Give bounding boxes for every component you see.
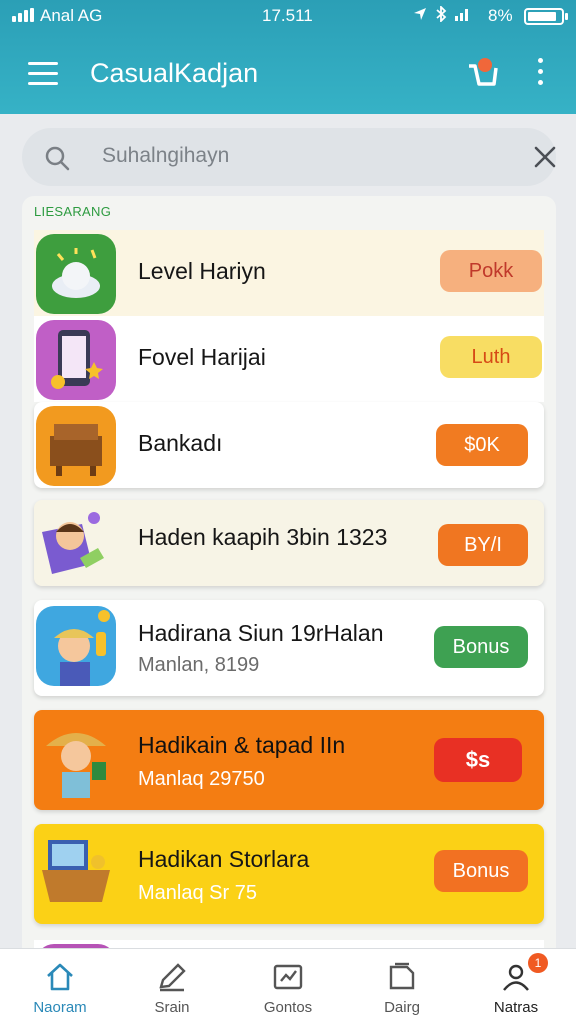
- bluetooth-icon: [436, 4, 447, 24]
- location-icon: [414, 8, 426, 20]
- close-icon[interactable]: [532, 144, 558, 170]
- nav-label: Srain: [154, 999, 190, 1016]
- cloud-game-icon: [36, 234, 116, 314]
- item-title: Hadirana Siun 19rHalan: [138, 620, 384, 646]
- item-subtitle: Manlaq 29750: [138, 768, 265, 790]
- battery-tip: [565, 13, 568, 20]
- app-header: Anal AG 17.511 8% CasualKadjan: [0, 0, 576, 114]
- item-badge[interactable]: $0K: [436, 424, 528, 466]
- nav-label: Dairg: [384, 999, 420, 1016]
- cart-icon[interactable]: [466, 56, 498, 90]
- basket-icon: [36, 832, 116, 912]
- list-item[interactable]: Hadikain & tapad IIn Manlaq 29750 $s: [34, 710, 544, 810]
- item-subtitle: Manlan, 8199: [138, 654, 260, 676]
- item-title: Bankadı: [138, 430, 223, 456]
- item-badge[interactable]: $s: [434, 738, 522, 782]
- list-item[interactable]: Level Hariyn Pokk: [34, 230, 544, 316]
- item-badge[interactable]: Bonus: [434, 626, 528, 668]
- list-item[interactable]: Hadirana Siun 19rHalan Manlan, 8199 Bonu…: [34, 600, 544, 696]
- notification-badge: 1: [528, 953, 548, 973]
- connectivity-icons: [412, 4, 472, 24]
- battery-percent: 8%: [488, 6, 513, 25]
- farmer-character-icon: [36, 606, 116, 686]
- status-time: 17.511: [262, 6, 313, 25]
- treasure-chest-icon: [36, 406, 116, 486]
- item-badge[interactable]: Bonus: [434, 850, 528, 892]
- list-item[interactable]: Bankadı $0K: [34, 402, 544, 488]
- battery-icon: [524, 8, 564, 25]
- status-bar: Anal AG 17.511 8%: [0, 0, 576, 32]
- item-title: Hadikan Storlara: [138, 846, 310, 872]
- cowboy-character-icon: [36, 718, 116, 798]
- search-input[interactable]: Suhalngihayn: [102, 144, 229, 168]
- section-label: LIESARANG: [34, 204, 112, 219]
- document-icon: [389, 962, 415, 990]
- game-list: LIESARANG Level Hariyn Pokk Fovel Harija…: [22, 196, 556, 956]
- item-subtitle: Manlaq Sr 75: [138, 882, 257, 904]
- carrier-name: Anal AG: [40, 6, 103, 25]
- menu-icon[interactable]: [28, 62, 58, 86]
- nav-item-photo[interactable]: Gontos: [238, 949, 338, 1024]
- list-item[interactable]: Hadikan Storlara Manlaq Sr 75 Bonus: [34, 824, 544, 924]
- photo-edit-icon: [273, 964, 303, 990]
- more-options-icon[interactable]: [530, 58, 550, 90]
- bottom-nav: Naoram Srain Gontos Dairg 1 Natras: [0, 948, 576, 1024]
- app-title: CasualKadjan: [90, 58, 259, 88]
- item-badge[interactable]: BY/I: [438, 524, 528, 566]
- home-icon: [47, 963, 73, 991]
- item-title: Level Hariyn: [138, 258, 266, 284]
- item-badge[interactable]: Pokk: [440, 250, 542, 292]
- search-icon: [45, 146, 70, 171]
- phone-game-icon: [36, 320, 116, 400]
- nav-item-document[interactable]: Dairg: [352, 949, 452, 1024]
- search-bar[interactable]: Suhalngihayn: [22, 128, 556, 186]
- signal-icon: [12, 8, 34, 22]
- profile-icon: [503, 964, 529, 991]
- item-title: Fovel Harijai: [138, 344, 266, 370]
- item-title: Haden kaapih 3bin 1323: [138, 524, 388, 550]
- list-item[interactable]: Haden kaapih 3bin 1323 BY/I: [34, 500, 544, 586]
- list-item[interactable]: Fovel Harijai Luth: [34, 316, 544, 402]
- nav-label: Natras: [493, 999, 539, 1016]
- nav-label: Naoram: [33, 999, 87, 1016]
- nav-item-edit[interactable]: Srain: [122, 949, 222, 1024]
- boy-character-icon: [36, 502, 116, 582]
- item-title: Hadikain & tapad IIn: [138, 732, 346, 758]
- item-badge[interactable]: Luth: [440, 336, 542, 378]
- cellular-icon: [455, 9, 469, 21]
- nav-item-home[interactable]: Naoram: [10, 949, 110, 1024]
- edit-icon: [159, 963, 186, 992]
- nav-label: Gontos: [263, 999, 313, 1016]
- nav-item-profile[interactable]: 1 Natras: [466, 949, 566, 1024]
